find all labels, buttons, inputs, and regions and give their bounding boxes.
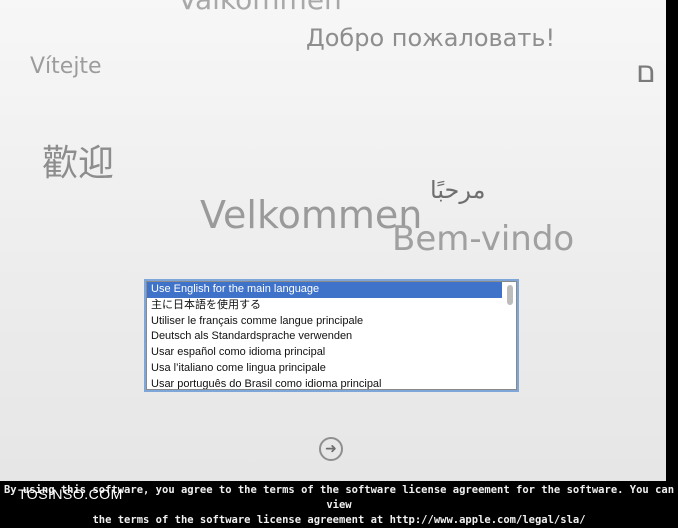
language-item-english[interactable]: Use English for the main language xyxy=(147,282,502,298)
language-item-spanish[interactable]: Usar español como idioma principal xyxy=(147,345,516,361)
greeting-arabic: مرحبًا xyxy=(430,176,486,204)
greeting-swedish: Välkommen xyxy=(178,0,342,14)
language-item-french[interactable]: Utiliser le français comme langue princi… xyxy=(147,314,516,330)
language-list-scrollbar[interactable] xyxy=(505,283,515,388)
arrow-right-icon: ➜ xyxy=(325,441,337,457)
greeting-chinese: 歡迎 xyxy=(42,143,115,184)
language-list[interactable]: Use English for the main language 主に日本語を… xyxy=(146,281,517,390)
greeting-russian: Добро пожаловать! xyxy=(306,24,556,52)
language-item-german[interactable]: Deutsch als Standardsprache verwenden xyxy=(147,329,516,345)
license-line-2: the terms of the software license agreem… xyxy=(92,514,586,526)
language-item-japanese[interactable]: 主に日本語を使用する xyxy=(147,298,516,314)
installer-window: Välkommen Добро пожаловать! Vítejte ם 歡迎… xyxy=(0,0,666,481)
language-item-italian[interactable]: Usa l’italiano come lingua principale xyxy=(147,361,516,377)
language-item-portuguese-brazil[interactable]: Usar português do Brasil como idioma pri… xyxy=(147,377,516,390)
greeting-czech: Vítejte xyxy=(30,54,102,79)
next-button[interactable]: ➜ xyxy=(319,437,343,461)
watermark: TOSINSO.COM xyxy=(18,486,123,502)
greeting-portuguese: Bem-vindo xyxy=(392,219,575,259)
greeting-hebrew: ם xyxy=(636,55,656,90)
scroll-thumb[interactable] xyxy=(507,285,513,305)
greeting-danish: Velkommen xyxy=(200,193,423,237)
